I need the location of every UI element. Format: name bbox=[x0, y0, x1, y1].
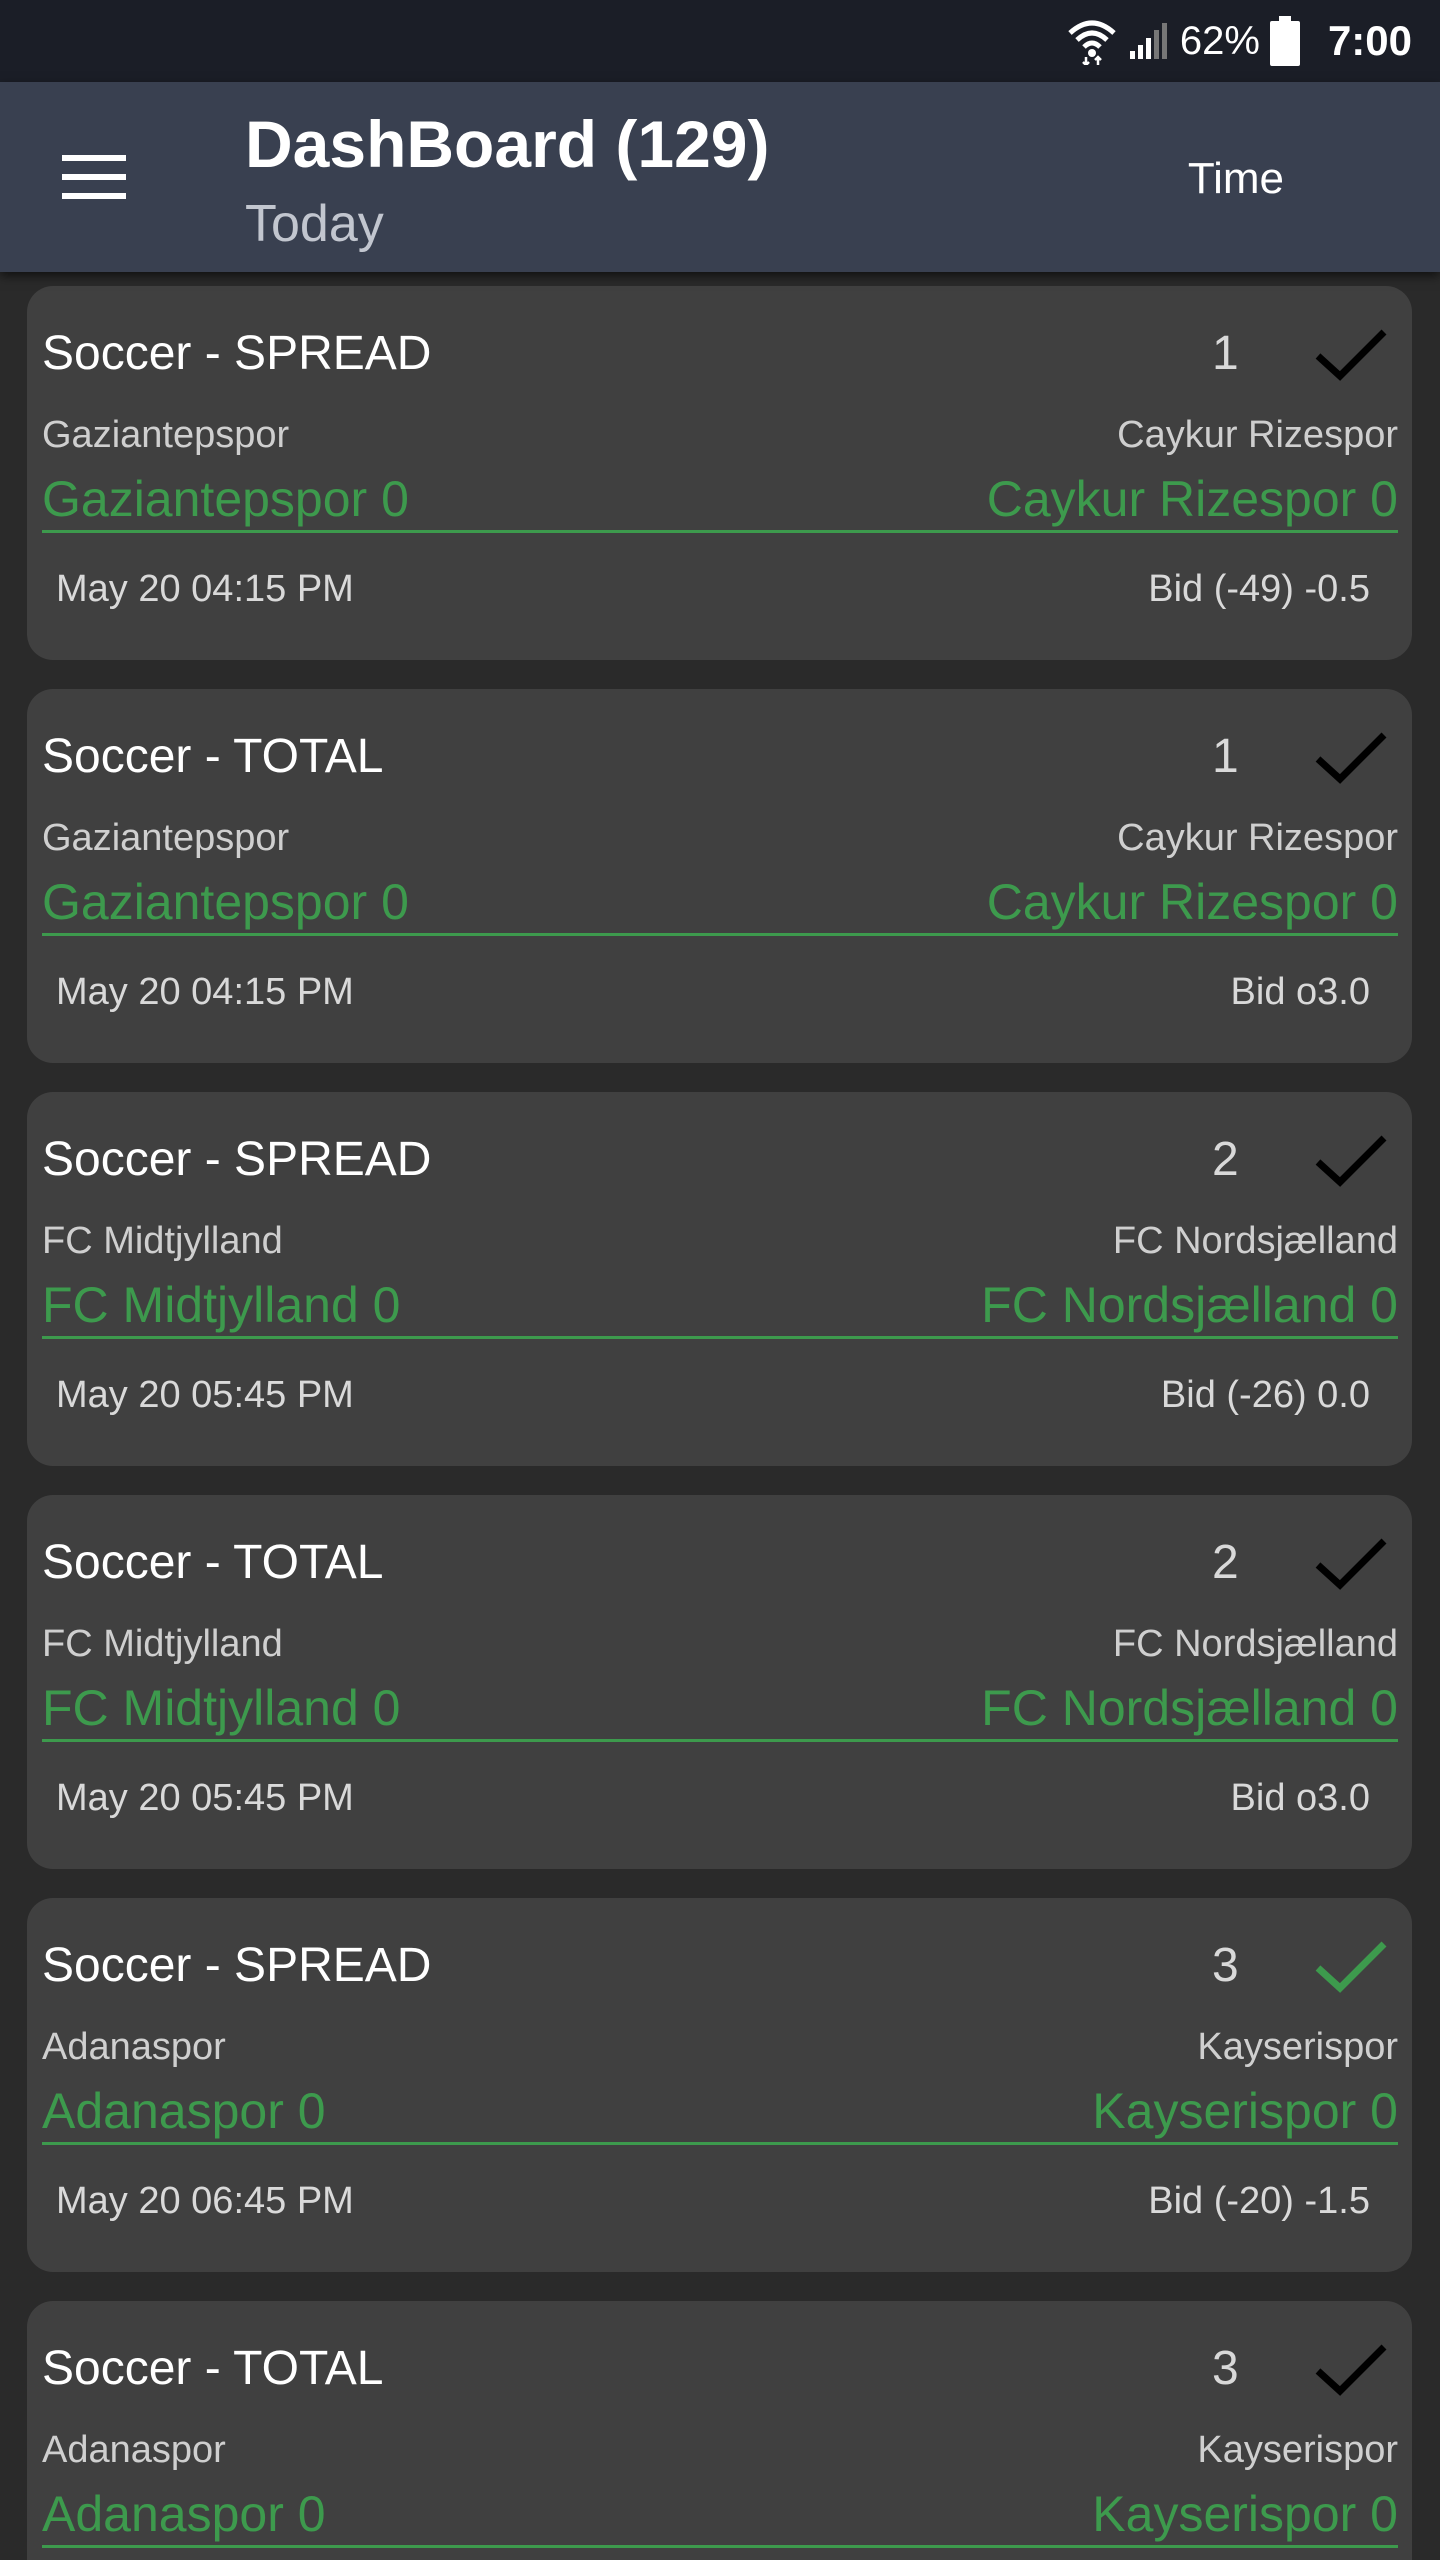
bid-value: Bid (-49) -0.5 bbox=[1148, 568, 1370, 610]
game-number: 1 bbox=[1212, 730, 1239, 783]
bet-card[interactable]: Soccer - TOTAL 2 FC Midtjylland FC Nords… bbox=[27, 1495, 1412, 1869]
home-score: Gaziantepspor 0 bbox=[42, 874, 409, 930]
home-team: Gaziantepspor bbox=[42, 414, 290, 456]
away-score: Kayserispor 0 bbox=[1092, 2486, 1398, 2542]
home-team: FC Midtjylland bbox=[42, 1220, 283, 1262]
game-datetime: May 20 04:15 PM bbox=[56, 568, 354, 610]
page-subtitle: Today bbox=[245, 195, 384, 253]
signal-icon bbox=[1128, 21, 1168, 61]
bet-card[interactable]: Soccer - SPREAD 3 Adanaspor Kayserispor … bbox=[27, 1898, 1412, 2272]
check-icon[interactable] bbox=[1312, 1533, 1392, 1593]
away-team: Caykur Rizespor bbox=[1117, 817, 1398, 859]
divider bbox=[42, 2545, 1398, 2548]
away-score: FC Nordsjælland 0 bbox=[981, 1277, 1398, 1333]
hamburger-menu-icon[interactable] bbox=[62, 155, 126, 199]
away-score: Caykur Rizespor 0 bbox=[986, 471, 1398, 527]
home-score: Gaziantepspor 0 bbox=[42, 471, 409, 527]
check-icon[interactable] bbox=[1312, 1936, 1392, 1996]
home-score: Adanaspor 0 bbox=[42, 2486, 326, 2542]
time-sort-button[interactable]: Time bbox=[1188, 154, 1284, 204]
home-score: Adanaspor 0 bbox=[42, 2083, 326, 2139]
game-datetime: May 20 06:45 PM bbox=[56, 2180, 354, 2222]
sport-market: Soccer - SPREAD bbox=[42, 327, 432, 380]
sport-market: Soccer - TOTAL bbox=[42, 1536, 384, 1589]
bet-card[interactable]: Soccer - TOTAL 3 Adanaspor Kayserispor A… bbox=[27, 2301, 1412, 2560]
home-score: FC Midtjylland 0 bbox=[42, 1277, 401, 1333]
wifi-icon bbox=[1066, 17, 1118, 65]
menu-button[interactable] bbox=[48, 140, 140, 214]
divider bbox=[42, 530, 1398, 533]
game-datetime: May 20 05:45 PM bbox=[56, 1374, 354, 1416]
away-team: Caykur Rizespor bbox=[1117, 414, 1398, 456]
game-number: 3 bbox=[1212, 1939, 1239, 1992]
away-score: FC Nordsjælland 0 bbox=[981, 1680, 1398, 1736]
divider bbox=[42, 1336, 1398, 1339]
bet-list[interactable]: Soccer - SPREAD 1 Gaziantepspor Caykur R… bbox=[0, 272, 1440, 2560]
away-score: Kayserispor 0 bbox=[1092, 2083, 1398, 2139]
divider bbox=[42, 2142, 1398, 2145]
page-title: DashBoard (129) bbox=[245, 107, 770, 181]
home-team: Gaziantepspor bbox=[42, 817, 290, 859]
app-bar: DashBoard (129) Today Time bbox=[0, 82, 1440, 272]
check-icon[interactable] bbox=[1312, 1130, 1392, 1190]
game-number: 2 bbox=[1212, 1536, 1239, 1589]
bid-value: Bid (-20) -1.5 bbox=[1148, 2180, 1370, 2222]
home-team: Adanaspor bbox=[42, 2429, 226, 2471]
bid-value: Bid o3.0 bbox=[1230, 971, 1370, 1013]
check-icon[interactable] bbox=[1312, 727, 1392, 787]
bid-value: Bid o3.0 bbox=[1230, 1777, 1370, 1819]
home-score: FC Midtjylland 0 bbox=[42, 1680, 401, 1736]
divider bbox=[42, 1739, 1398, 1742]
status-time: 7:00 bbox=[1327, 17, 1412, 64]
home-team: Adanaspor bbox=[42, 2026, 226, 2068]
check-icon[interactable] bbox=[1312, 2339, 1392, 2399]
game-number: 1 bbox=[1212, 327, 1239, 380]
game-number: 2 bbox=[1212, 1133, 1239, 1186]
sport-market: Soccer - SPREAD bbox=[42, 1939, 432, 1992]
bet-card[interactable]: Soccer - TOTAL 1 Gaziantepspor Caykur Ri… bbox=[27, 689, 1412, 1063]
bid-value: Bid (-26) 0.0 bbox=[1160, 1374, 1370, 1416]
sport-market: Soccer - TOTAL bbox=[42, 2342, 384, 2395]
bet-card[interactable]: Soccer - SPREAD 2 FC Midtjylland FC Nord… bbox=[27, 1092, 1412, 1466]
home-team: FC Midtjylland bbox=[42, 1623, 283, 1665]
battery-percent: 62% bbox=[1179, 18, 1260, 63]
game-number: 3 bbox=[1212, 2342, 1239, 2395]
game-datetime: May 20 05:45 PM bbox=[56, 1777, 354, 1819]
away-team: Kayserispor bbox=[1197, 2026, 1398, 2068]
battery-icon bbox=[1269, 16, 1300, 66]
sport-market: Soccer - SPREAD bbox=[42, 1133, 432, 1186]
away-team: FC Nordsjælland bbox=[1112, 1220, 1398, 1262]
bet-card[interactable]: Soccer - SPREAD 1 Gaziantepspor Caykur R… bbox=[27, 286, 1412, 660]
away-team: Kayserispor bbox=[1197, 2429, 1398, 2471]
status-bar: 62% 7:00 bbox=[0, 0, 1440, 82]
divider bbox=[42, 933, 1398, 936]
away-score: Caykur Rizespor 0 bbox=[986, 874, 1398, 930]
check-icon[interactable] bbox=[1312, 324, 1392, 384]
game-datetime: May 20 04:15 PM bbox=[56, 971, 354, 1013]
away-team: FC Nordsjælland bbox=[1112, 1623, 1398, 1665]
sport-market: Soccer - TOTAL bbox=[42, 730, 384, 783]
